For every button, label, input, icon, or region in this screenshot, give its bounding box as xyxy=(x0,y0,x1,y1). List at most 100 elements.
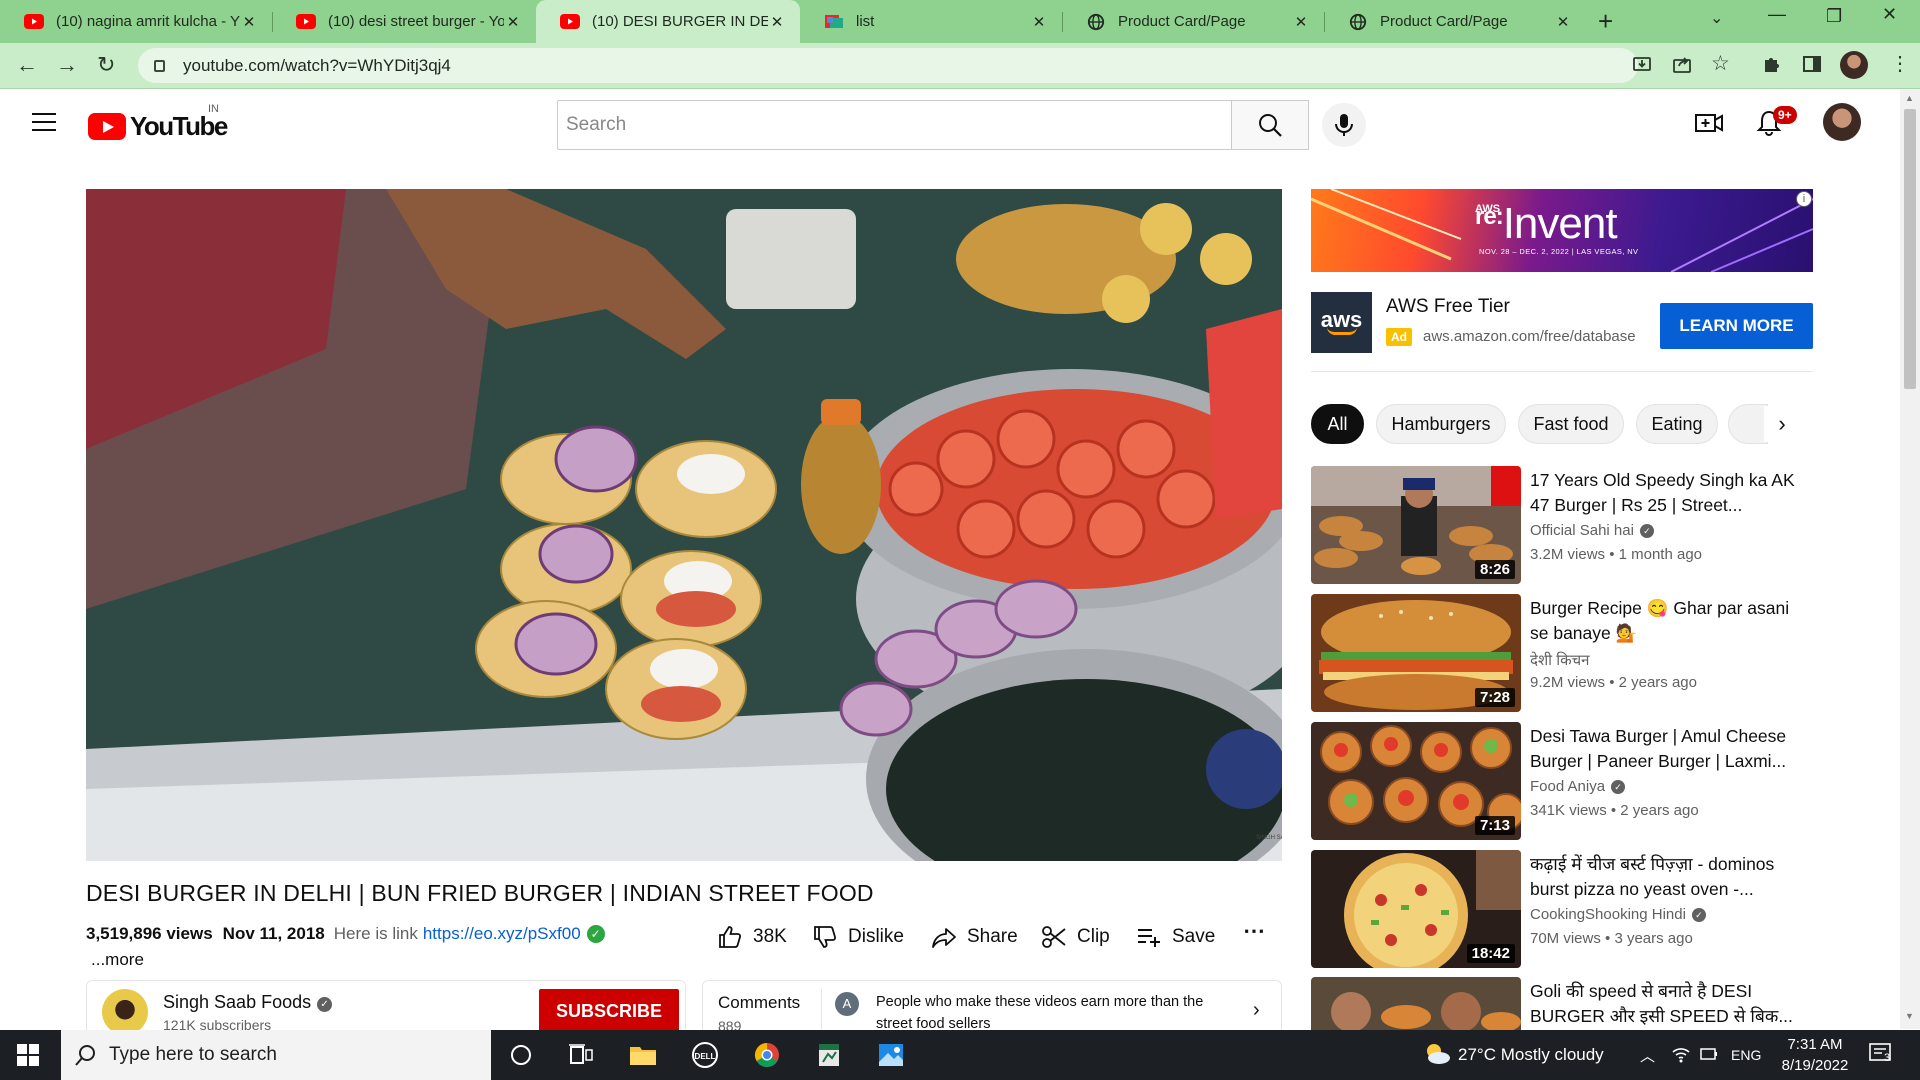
recommendation-item[interactable]: 8:26 17 Years Old Speedy Singh ka AK 47 … xyxy=(1311,466,1811,584)
show-hidden-icons-chevron-icon[interactable]: ︿ xyxy=(1640,1045,1655,1066)
account-avatar[interactable] xyxy=(1823,103,1861,141)
like-button[interactable]: 38K xyxy=(717,924,787,950)
cortana-circle-icon[interactable] xyxy=(506,1042,536,1068)
recommendation-title[interactable]: Goli की speed से बनाते है DESI BURGER और… xyxy=(1530,979,1795,1029)
chip-truncated[interactable] xyxy=(1728,404,1768,444)
network-wifi-icon[interactable] xyxy=(1672,1044,1690,1064)
search-input[interactable] xyxy=(566,114,1231,136)
weather-text[interactable]: 27°C Mostly cloudy xyxy=(1458,1045,1604,1065)
comments-teaser[interactable]: Comments 889 A People who make these vid… xyxy=(702,980,1282,1030)
scrollbar-thumb[interactable] xyxy=(1904,109,1916,389)
ad-banner-image[interactable]: AWS re:Invent NOV. 28 – DEC. 2, 2022 | L… xyxy=(1311,189,1813,272)
channel-avatar[interactable] xyxy=(102,989,148,1030)
back-arrow-icon[interactable]: ← xyxy=(16,52,38,78)
browser-menu-icon[interactable]: ⋮ xyxy=(1890,51,1910,76)
clip-button[interactable]: Clip xyxy=(1041,924,1110,950)
voice-search-button[interactable] xyxy=(1322,103,1366,147)
task-view-icon[interactable] xyxy=(566,1042,596,1068)
browser-tab-active[interactable]: (10) DESI BURGER IN DELHI ✕ xyxy=(536,0,800,43)
page-scrollbar[interactable]: ▲ ▼ xyxy=(1900,89,1920,1029)
close-icon[interactable]: ✕ xyxy=(768,13,786,31)
install-app-icon[interactable] xyxy=(1632,54,1652,74)
new-tab-button[interactable]: + xyxy=(1598,6,1613,37)
learn-more-button[interactable]: LEARN MORE xyxy=(1660,303,1813,349)
scroll-up-arrow-icon[interactable]: ▲ xyxy=(1905,93,1914,103)
chip-hamburgers[interactable]: Hamburgers xyxy=(1376,404,1506,444)
bookmark-star-icon[interactable]: ☆ xyxy=(1711,51,1730,76)
subscribe-button[interactable]: SUBSCRIBE xyxy=(539,989,679,1030)
hamburger-menu-icon[interactable] xyxy=(32,113,56,131)
window-close-button[interactable]: ✕ xyxy=(1882,4,1897,25)
video-thumbnail[interactable] xyxy=(1311,977,1521,1030)
close-icon[interactable]: ✕ xyxy=(240,13,258,31)
channel-name[interactable]: Singh Saab Foods ✓ xyxy=(163,992,333,1013)
browser-tab[interactable]: Product Card/Page ✕ xyxy=(1324,0,1586,43)
show-more-link[interactable]: ...more xyxy=(91,950,144,970)
browser-tab[interactable]: (10) desi street burger - You ✕ xyxy=(272,0,536,43)
create-video-icon[interactable] xyxy=(1695,111,1723,135)
recommendation-channel[interactable]: CookingShooking Hindi ✓ xyxy=(1530,906,1706,923)
url-field[interactable]: youtube.com/watch?v=WhYDitj3qj4 xyxy=(138,48,1638,83)
chevron-right-icon[interactable]: › xyxy=(1764,406,1800,442)
chevron-right-icon[interactable]: › xyxy=(1253,999,1260,1022)
cloud-weather-icon[interactable] xyxy=(1422,1042,1452,1066)
extensions-puzzle-icon[interactable] xyxy=(1762,54,1782,74)
close-icon[interactable]: ✕ xyxy=(1554,13,1572,31)
description-link[interactable]: https://eo.xyz/pSxf00 xyxy=(423,924,581,944)
input-language[interactable]: ENG xyxy=(1731,1047,1761,1063)
recommendation-title[interactable]: Burger Recipe 😋 Ghar par asani se banaye… xyxy=(1530,596,1795,646)
video-thumbnail[interactable]: 7:13 xyxy=(1311,722,1521,840)
recommendation-title[interactable]: Desi Tawa Burger | Amul Cheese Burger | … xyxy=(1530,724,1795,774)
video-thumbnail[interactable]: 7:28 xyxy=(1311,594,1521,712)
dell-icon[interactable]: DELL xyxy=(690,1042,720,1068)
battery-icon[interactable] xyxy=(1700,1046,1718,1062)
close-icon[interactable]: ✕ xyxy=(504,13,522,31)
recommendation-item[interactable]: 7:13 Desi Tawa Burger | Amul Cheese Burg… xyxy=(1311,722,1811,840)
recommendation-title[interactable]: कढ़ाई में चीज बर्स्ट पिज़्ज़ा - dominos … xyxy=(1530,852,1795,902)
notification-center-icon[interactable] xyxy=(1868,1042,1896,1068)
tab-search-chevron-icon[interactable]: ⌄ xyxy=(1710,8,1723,28)
recommendation-channel[interactable]: Food Aniya ✓ xyxy=(1530,778,1626,795)
video-thumbnail[interactable]: 8:26 xyxy=(1311,466,1521,584)
video-player[interactable]: SINGH SAAB FOODS xyxy=(86,189,1282,861)
maximize-button[interactable]: ❐ xyxy=(1826,6,1842,27)
scroll-down-arrow-icon[interactable]: ▼ xyxy=(1905,1011,1914,1021)
recommendation-channel[interactable]: Official Sahi hai ✓ xyxy=(1530,522,1654,539)
youtube-logo[interactable]: YouTube IN xyxy=(88,103,228,142)
side-panel-icon[interactable] xyxy=(1802,54,1822,74)
browser-tab[interactable]: (10) nagina amrit kulcha - Y ✕ xyxy=(0,0,272,43)
search-button[interactable] xyxy=(1231,100,1309,150)
recommendation-item[interactable]: 18:42 कढ़ाई में चीज बर्स्ट पिज़्ज़ा - do… xyxy=(1311,850,1811,968)
taskbar-search-box[interactable]: Type here to search xyxy=(61,1030,491,1080)
browser-tab[interactable]: list ✕ xyxy=(800,0,1062,43)
share-button[interactable]: Share xyxy=(931,924,1018,950)
taskbar-clock[interactable]: 7:31 AM 8/19/2022 xyxy=(1770,1034,1860,1076)
recommendation-item[interactable]: Goli की speed से बनाते है DESI BURGER और… xyxy=(1311,977,1811,1030)
aws-logo[interactable]: aws xyxy=(1311,292,1372,353)
chip-all[interactable]: All xyxy=(1311,404,1364,444)
recommendation-title[interactable]: 17 Years Old Speedy Singh ka AK 47 Burge… xyxy=(1530,468,1795,518)
chrome-icon[interactable] xyxy=(752,1042,782,1068)
chip-fast-food[interactable]: Fast food xyxy=(1518,404,1624,444)
close-icon[interactable]: ✕ xyxy=(1030,13,1048,31)
minimize-button[interactable]: — xyxy=(1768,4,1786,25)
recommendation-item[interactable]: 7:28 Burger Recipe 😋 Ghar par asani se b… xyxy=(1311,594,1811,712)
browser-profile-avatar[interactable] xyxy=(1840,51,1868,79)
spreadsheet-app-icon[interactable] xyxy=(814,1042,844,1068)
ad-title[interactable]: AWS Free Tier xyxy=(1386,296,1510,318)
ad-info-icon[interactable]: i xyxy=(1796,191,1812,207)
file-explorer-icon[interactable] xyxy=(628,1042,658,1068)
photos-app-icon[interactable] xyxy=(876,1042,906,1068)
video-thumbnail[interactable]: 18:42 xyxy=(1311,850,1521,968)
recommendation-channel[interactable]: देशी किचन xyxy=(1530,650,1589,670)
reload-icon[interactable]: ↻ xyxy=(97,52,115,78)
close-icon[interactable]: ✕ xyxy=(1292,13,1310,31)
save-button[interactable]: Save xyxy=(1136,924,1215,950)
more-actions-icon[interactable]: ⋯ xyxy=(1243,918,1265,944)
browser-tab[interactable]: Product Card/Page ✕ xyxy=(1062,0,1324,43)
forward-arrow-icon[interactable]: → xyxy=(56,52,78,78)
chip-eating[interactable]: Eating xyxy=(1636,404,1718,444)
windows-start-icon[interactable] xyxy=(17,1044,39,1066)
share-page-icon[interactable] xyxy=(1672,54,1692,74)
dislike-button[interactable]: Dislike xyxy=(812,924,904,950)
